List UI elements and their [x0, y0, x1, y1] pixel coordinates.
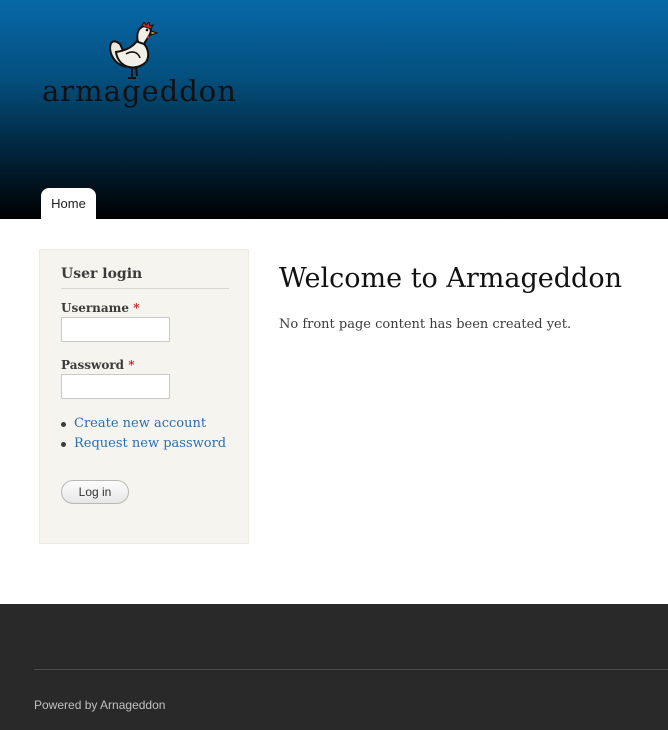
page-title: Welcome to Armageddon	[279, 263, 622, 294]
user-login-block: User login Username * Password * Create …	[39, 249, 249, 544]
site-header: armageddon Home	[0, 0, 668, 219]
powered-by-text: Powered by Arnageddon	[34, 698, 166, 712]
footer-divider	[34, 669, 668, 670]
username-label: Username *	[61, 301, 139, 315]
create-account-link[interactable]: Create new account	[74, 416, 206, 431]
block-title: User login	[61, 266, 229, 289]
username-label-text: Username	[61, 301, 130, 315]
tab-home[interactable]: Home	[41, 188, 96, 219]
login-button[interactable]: Log in	[61, 480, 129, 504]
site-logo[interactable]: armageddon	[42, 22, 236, 114]
site-footer: Powered by Arnageddon	[0, 604, 668, 730]
list-item: Request new password	[61, 436, 226, 456]
username-input[interactable]	[61, 317, 170, 342]
rooster-icon	[109, 22, 158, 79]
password-input[interactable]	[61, 374, 170, 399]
front-page-message: No front page content has been created y…	[279, 317, 572, 332]
required-mark: *	[128, 358, 135, 372]
login-links: Create new account Request new password	[61, 416, 226, 456]
password-label: Password *	[61, 358, 135, 372]
password-label-text: Password	[61, 358, 125, 372]
required-mark: *	[133, 301, 140, 315]
list-item: Create new account	[61, 416, 226, 436]
site-name[interactable]: armageddon	[42, 74, 237, 108]
request-password-link[interactable]: Request new password	[74, 436, 226, 451]
